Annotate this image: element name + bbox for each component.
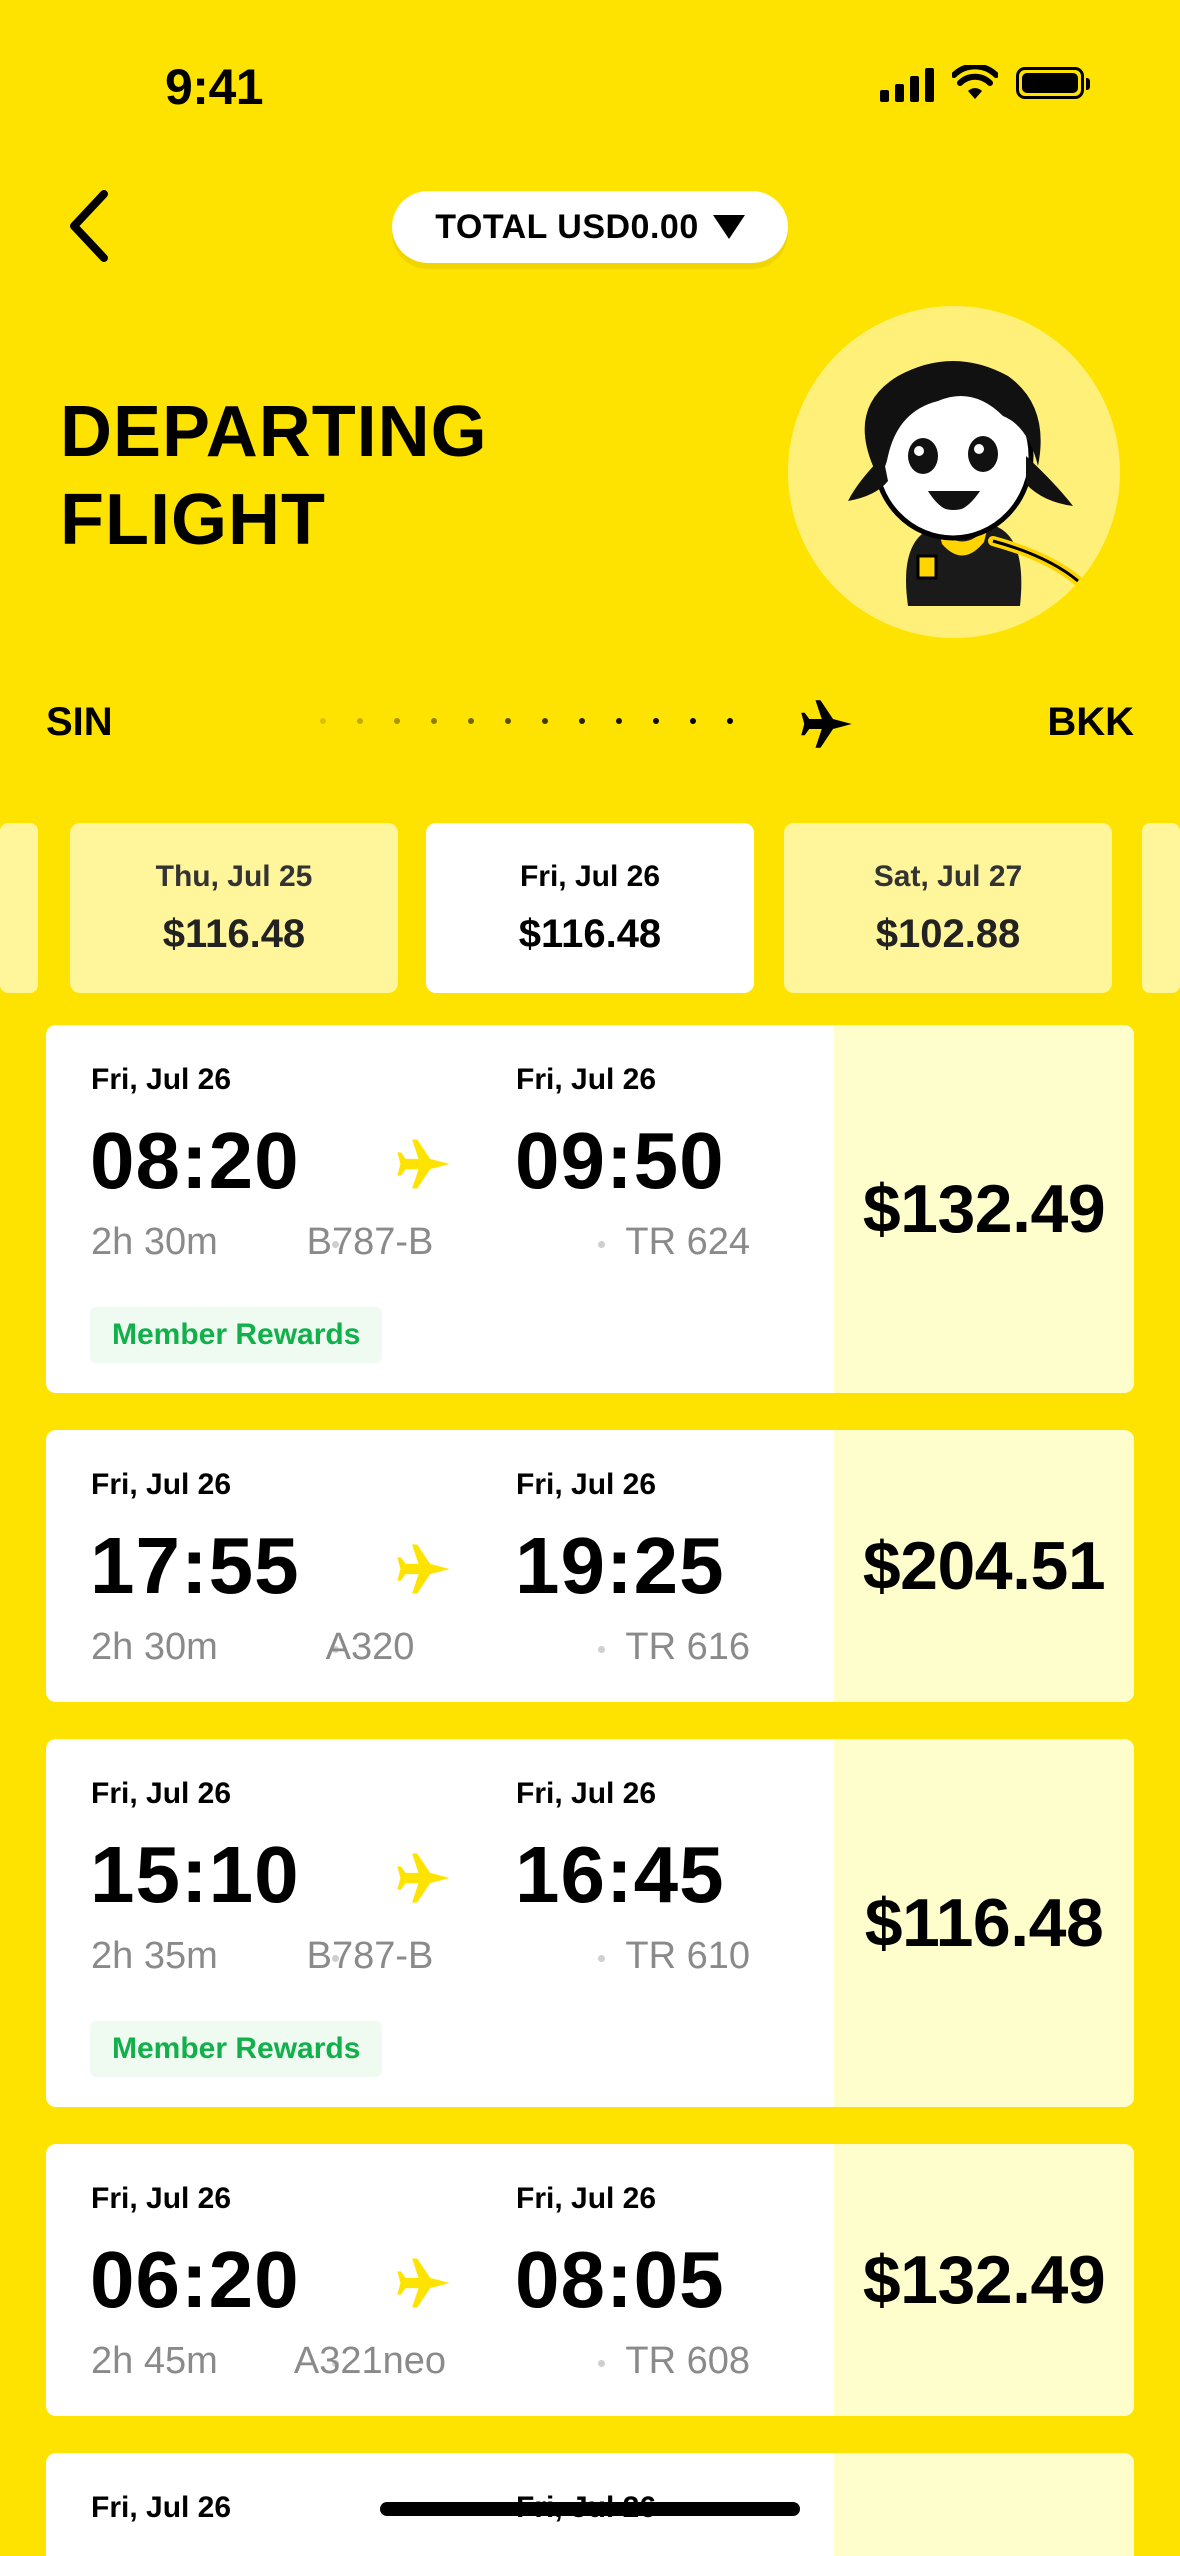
flight-duration: 2h 45m	[91, 2340, 218, 2382]
page-title-line-2: FLIGHT	[60, 480, 326, 560]
arrival-date: Fri, Jul 26	[516, 1063, 657, 1096]
flight-number: TR 610	[625, 1935, 750, 1977]
home-indicator	[380, 2502, 800, 2516]
cellular-signal-icon	[880, 64, 934, 102]
flight-card[interactable]: Fri, Jul 26 Fri, Jul 26 15:10 16:45 2h 3…	[46, 1739, 1134, 2107]
aircraft-type: A321neo	[293, 2340, 447, 2382]
departure-time: 08:20	[90, 1116, 300, 1205]
member-rewards-badge: Member Rewards	[90, 2021, 383, 2077]
status-icons	[880, 64, 1090, 102]
date-tab-price: $102.88	[875, 911, 1021, 956]
flight-duration: 2h 30m	[91, 1626, 218, 1668]
separator-dot	[598, 1646, 605, 1653]
flight-price: $204.51	[862, 1528, 1106, 1604]
date-tab-price: $116.48	[518, 911, 662, 956]
caret-down-icon	[712, 215, 745, 239]
arrival-date: Fri, Jul 26	[516, 1468, 657, 1501]
date-tab-price: $116.48	[162, 911, 306, 956]
airplane-icon	[397, 1853, 450, 1903]
arrival-date: Fri, Jul 26	[516, 2182, 657, 2215]
departure-date: Fri, Jul 26	[91, 1063, 232, 1096]
arrival-time: 08:05	[515, 2235, 725, 2324]
route-dotted-line	[320, 718, 733, 724]
date-tab-fri-jul-26[interactable]: Fri, Jul 26 $116.48	[426, 823, 754, 993]
flight-card[interactable]: Fri, Jul 26 Fri, Jul 26 08:20 09:50 2h 3…	[46, 1025, 1134, 1393]
airplane-icon	[801, 700, 852, 748]
flight-number: TR 616	[625, 1626, 750, 1668]
arrival-time: 19:25	[515, 1521, 725, 1610]
date-tab-label: Sat, Jul 27	[873, 859, 1023, 893]
departure-time: 06:20	[90, 2235, 300, 2324]
departure-date: Fri, Jul 26	[91, 2182, 232, 2215]
date-tab-next-edge[interactable]	[1142, 823, 1180, 993]
separator-dot	[598, 1955, 605, 1962]
separator-dot	[598, 2360, 605, 2367]
aircraft-type: B787-B	[306, 1935, 434, 1977]
departure-date: Fri, Jul 26	[91, 1468, 232, 1501]
airplane-icon	[397, 1544, 450, 1594]
flight-card[interactable]: Fri, Jul 26 Fri, Jul 26 17:55 19:25 2h 3…	[46, 1430, 1134, 1702]
price-area[interactable]: $116.48	[834, 1739, 1134, 2107]
flight-price: $132.49	[862, 2242, 1106, 2318]
status-time: 9:41	[165, 59, 264, 115]
price-area[interactable]	[834, 2453, 1134, 2556]
airplane-icon	[397, 1139, 450, 1189]
total-price-dropdown[interactable]: TOTAL USD0.00	[392, 191, 788, 263]
departure-time: 17:55	[90, 1521, 300, 1610]
total-label: TOTAL USD0.00	[435, 207, 699, 246]
aircraft-type: A320	[325, 1626, 415, 1668]
route-destination: BKK	[1047, 700, 1134, 744]
battery-icon	[1016, 67, 1090, 99]
price-area[interactable]: $132.49	[834, 2144, 1134, 2416]
aircraft-type: B787-B	[306, 1221, 434, 1263]
member-rewards-badge: Member Rewards	[90, 1307, 383, 1363]
arrival-time: 16:45	[515, 1830, 725, 1919]
departure-date: Fri, Jul 26	[91, 1777, 232, 1810]
route-origin: SIN	[46, 700, 113, 744]
price-area[interactable]: $204.51	[834, 1430, 1134, 1702]
price-area[interactable]: $132.49	[834, 1025, 1134, 1393]
chevron-left-icon	[70, 190, 108, 262]
date-tab-label: Fri, Jul 26	[519, 859, 661, 893]
date-tab-sat-jul-27[interactable]: Sat, Jul 27 $102.88	[784, 823, 1112, 993]
mascot-illustration	[788, 306, 1120, 638]
flight-number: TR 608	[625, 2340, 750, 2382]
flight-number: TR 624	[625, 1221, 750, 1263]
flight-duration: 2h 30m	[91, 1221, 218, 1263]
flight-duration: 2h 35m	[91, 1935, 218, 1977]
flight-price: $132.49	[862, 1171, 1106, 1247]
wifi-icon	[952, 65, 998, 99]
departure-time: 15:10	[90, 1830, 300, 1919]
flight-card[interactable]: Fri, Jul 26 Fri, Jul 26 06:20 08:05 2h 4…	[46, 2144, 1134, 2416]
airplane-icon	[397, 2258, 450, 2308]
arrival-time: 09:50	[515, 1116, 725, 1205]
arrival-date: Fri, Jul 26	[516, 1777, 657, 1810]
back-button[interactable]	[56, 186, 120, 266]
date-tab-previous-edge[interactable]	[0, 823, 38, 993]
date-tab-label: Thu, Jul 25	[155, 859, 313, 893]
page-title-line-1: DEPARTING	[60, 392, 488, 472]
separator-dot	[598, 1241, 605, 1248]
date-tab-thu-jul-25[interactable]: Thu, Jul 25 $116.48	[70, 823, 398, 993]
page-title: DEPARTING FLIGHT	[60, 388, 488, 564]
departure-date: Fri, Jul 26	[91, 2491, 232, 2524]
flight-price: $116.48	[864, 1885, 1104, 1961]
